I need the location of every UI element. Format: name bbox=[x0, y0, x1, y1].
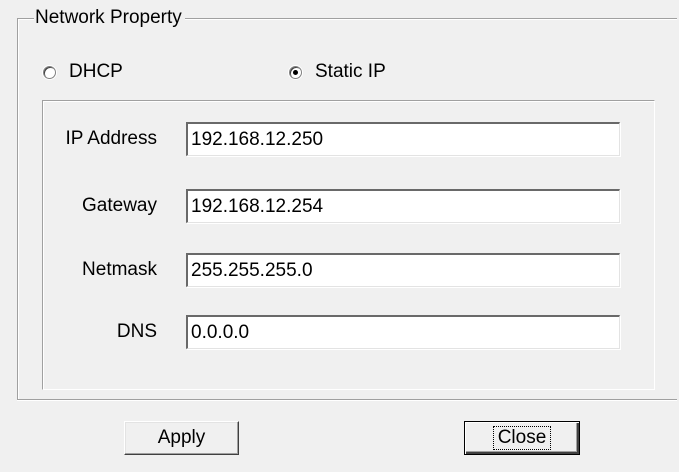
static-ip-radio[interactable]: Static IP bbox=[289, 60, 386, 84]
radio-dot-icon bbox=[293, 69, 298, 75]
radio-unchecked-icon bbox=[43, 65, 56, 79]
netmask-label: Netmask bbox=[82, 259, 157, 280]
dns-input[interactable] bbox=[186, 315, 620, 349]
dhcp-radio-label: DHCP bbox=[69, 61, 123, 82]
ip-address-label: IP Address bbox=[65, 128, 157, 149]
ip-address-input[interactable] bbox=[186, 122, 620, 156]
static-ip-radio-label: Static IP bbox=[315, 61, 386, 82]
dns-label: DNS bbox=[116, 321, 157, 342]
gateway-input[interactable] bbox=[186, 189, 620, 223]
apply-button[interactable]: Apply bbox=[124, 421, 239, 455]
dhcp-radio[interactable]: DHCP bbox=[43, 60, 123, 84]
close-button[interactable]: Close bbox=[464, 421, 580, 455]
apply-button-label: Apply bbox=[157, 427, 206, 448]
radio-checked-icon bbox=[289, 65, 302, 79]
groupbox-title: Network Property bbox=[34, 7, 185, 29]
gateway-label: Gateway bbox=[82, 195, 157, 216]
close-button-label: Close bbox=[492, 426, 552, 450]
netmask-input[interactable] bbox=[186, 253, 620, 287]
